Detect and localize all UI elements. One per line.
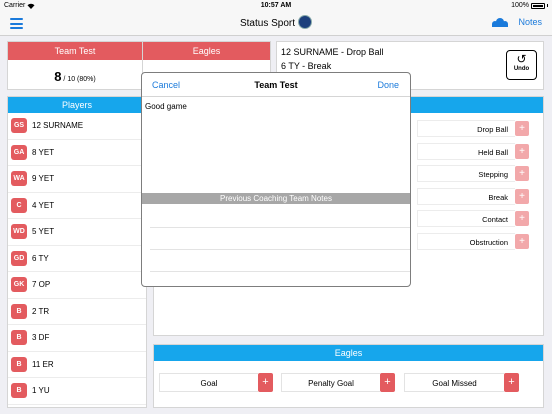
undo-arrow-icon: ↺: [516, 52, 527, 66]
log-entry: 12 SURNAME - Drop Ball: [281, 47, 384, 57]
position-badge: GS: [11, 118, 27, 134]
position-badge: GK: [11, 277, 27, 293]
status-bar: Carrier 10:57 AM 100%: [0, 0, 552, 12]
eagles-header: Eagles: [154, 345, 543, 361]
penalty-goal-button[interactable]: Penalty Goal +: [281, 373, 395, 392]
player-name: 1 YU: [32, 386, 50, 396]
player-name: 6 TY: [32, 253, 49, 263]
modal-title: Team Test: [254, 80, 298, 90]
player-name: 4 YET: [32, 200, 55, 210]
undo-label: Undo: [513, 66, 530, 72]
action-plus-button[interactable]: +: [515, 166, 529, 182]
player-row[interactable]: C 4 YET: [8, 193, 146, 219]
away-team-header: Eagles: [143, 42, 270, 60]
action-label[interactable]: Held Ball: [417, 142, 515, 160]
position-badge: B: [11, 330, 27, 346]
action-row[interactable]: Break +: [417, 187, 529, 205]
eagles-panel: Eagles Goal + Penalty Goal + Goal Missed…: [153, 344, 544, 408]
player-row[interactable]: GK 7 OP: [8, 272, 146, 299]
player-row[interactable]: B 1 YU: [8, 378, 146, 405]
app-logo-icon: [298, 15, 313, 29]
position-badge: WD: [11, 224, 27, 240]
goal-missed-button[interactable]: Goal Missed +: [404, 373, 519, 392]
player-row[interactable]: WA 9 YET: [8, 166, 146, 193]
home-score-detail: / 10 (80%): [61, 76, 96, 83]
navigation-bar: Status Sport Notes: [0, 12, 552, 36]
action-plus-button[interactable]: +: [515, 143, 529, 159]
clock: 10:57 AM: [260, 2, 292, 9]
action-row[interactable]: Obstruction +: [417, 233, 529, 250]
action-plus-button[interactable]: +: [515, 234, 529, 249]
player-row[interactable]: WD 5 YET: [8, 219, 146, 246]
player-name: 3 DF: [32, 333, 50, 343]
coaching-note-input[interactable]: [142, 98, 410, 193]
player-name: 11 ER: [32, 359, 54, 369]
log-entry: 6 TY - Break: [281, 61, 332, 71]
goal-missed-plus-button[interactable]: +: [504, 373, 519, 392]
action-plus-button[interactable]: +: [515, 188, 529, 204]
goal-plus-button[interactable]: +: [258, 373, 273, 392]
app-title: Status Sport: [0, 15, 552, 30]
players-header: Players: [8, 97, 146, 113]
previous-notes-header: Previous Coaching Team Notes: [142, 193, 410, 204]
battery-percent: 100%: [511, 2, 529, 9]
position-badge: C: [11, 197, 27, 213]
position-badge: WA: [11, 171, 27, 187]
penalty-goal-label: Penalty Goal: [281, 373, 380, 392]
notes-button[interactable]: Notes: [518, 17, 542, 27]
penalty-goal-plus-button[interactable]: +: [380, 373, 395, 392]
goal-missed-label: Goal Missed: [404, 373, 504, 392]
goal-label: Goal: [159, 373, 258, 392]
player-name: 12 SURNAME: [32, 121, 84, 131]
position-badge: GA: [11, 144, 27, 160]
action-label[interactable]: Stepping: [417, 165, 515, 183]
position-badge: B: [11, 383, 27, 399]
action-row[interactable]: Contact +: [417, 210, 529, 228]
player-name: 7 OP: [32, 280, 51, 290]
action-label[interactable]: Obstruction: [417, 233, 515, 250]
note-divider: [150, 249, 410, 250]
players-panel: Players GS 12 SURNAME GA 8 YET WA 9 YET C 4 YET…: [7, 96, 147, 408]
home-score-column: Team Test 8 / 10 (80%): [8, 42, 143, 89]
player-row[interactable]: B 11 ER: [8, 352, 146, 378]
player-name: 9 YET: [32, 174, 55, 184]
done-button[interactable]: Done: [377, 80, 399, 90]
home-score: 8 / 10 (80%): [8, 68, 142, 86]
player-row[interactable]: GA 8 YET: [8, 140, 146, 166]
action-plus-button[interactable]: +: [515, 211, 529, 227]
action-row[interactable]: Drop Ball +: [417, 120, 529, 137]
battery-icon: [531, 2, 545, 9]
player-row[interactable]: B 2 TR: [8, 299, 146, 325]
action-plus-button[interactable]: +: [515, 121, 529, 136]
modal-header: Cancel Team Test Done: [142, 73, 410, 97]
action-label[interactable]: Drop Ball: [417, 120, 515, 137]
action-label[interactable]: Contact: [417, 210, 515, 228]
action-row[interactable]: Stepping +: [417, 165, 529, 183]
player-row[interactable]: GS 12 SURNAME: [8, 113, 146, 140]
battery-indicator: 100%: [511, 2, 548, 9]
note-divider: [150, 227, 410, 228]
player-row[interactable]: GD 6 TY: [8, 246, 146, 272]
note-divider: [150, 271, 410, 272]
position-badge: GD: [11, 250, 27, 266]
people-icon[interactable]: [492, 17, 509, 27]
position-badge: B: [11, 303, 27, 319]
player-name: 8 YET: [32, 147, 55, 157]
player-row[interactable]: B 3 DF: [8, 325, 146, 352]
notes-modal: Cancel Team Test Done Previous Coaching …: [141, 72, 411, 287]
action-label[interactable]: Break: [417, 187, 515, 205]
player-name: 5 YET: [32, 227, 55, 237]
app-title-label: Status Sport: [239, 18, 296, 30]
position-badge: B: [11, 356, 27, 372]
undo-button[interactable]: ↺ Undo: [506, 50, 537, 80]
player-name: 2 TR: [32, 306, 50, 316]
home-team-header: Team Test: [8, 42, 142, 60]
action-row[interactable]: Held Ball +: [417, 142, 529, 160]
player-list: GS 12 SURNAME GA 8 YET WA 9 YET C 4 YET WD 5 YET G…: [8, 113, 146, 405]
goal-button[interactable]: Goal +: [159, 373, 273, 392]
